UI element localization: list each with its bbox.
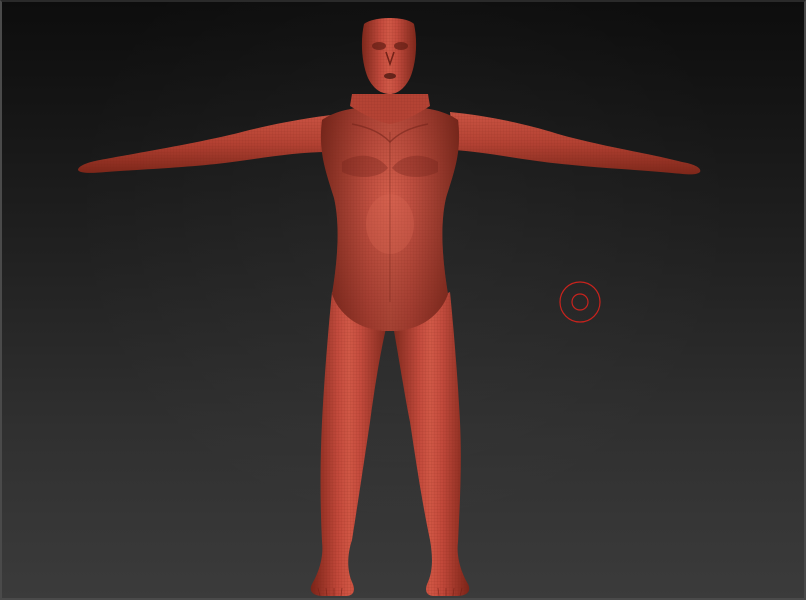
left-arm: [78, 114, 340, 173]
sculpt-model[interactable]: [2, 2, 806, 600]
left-leg: [310, 292, 388, 596]
right-leg: [392, 292, 470, 596]
head: [361, 18, 417, 94]
3d-viewport[interactable]: [0, 0, 806, 600]
torso: [320, 106, 460, 331]
right-arm: [450, 112, 701, 175]
brush-cursor-icon: [559, 281, 601, 323]
